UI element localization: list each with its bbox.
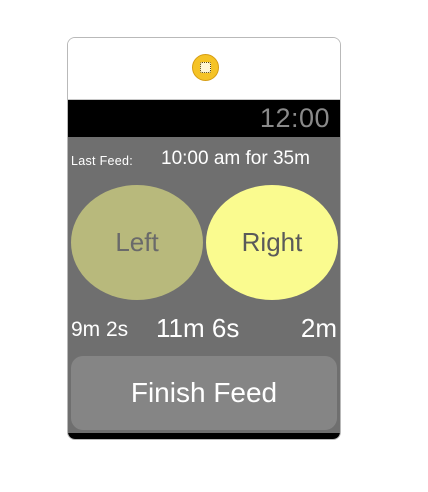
left-side-button-label: Left <box>115 227 159 257</box>
last-feed-label: Last Feed: <box>71 154 134 168</box>
scene-square-icon <box>200 62 211 73</box>
left-side-button[interactable]: Left <box>71 185 203 300</box>
status-bar: 12:00 <box>68 100 340 137</box>
storyboard-scene-icon[interactable] <box>192 54 219 81</box>
left-duration: 9m 2s <box>71 318 129 341</box>
finish-feed-button[interactable]: Finish Feed <box>71 356 337 430</box>
clock-time: 12:00 <box>259 103 330 133</box>
right-side-button[interactable]: Right <box>206 185 338 300</box>
scene-header <box>68 38 340 100</box>
right-duration: 2m <box>300 313 337 343</box>
bottom-band <box>68 433 340 439</box>
total-duration: 11m 6s <box>156 313 240 343</box>
right-side-button-label: Right <box>241 227 303 257</box>
watch-screen: Last Feed: 10:00 am for 35m Left Right 9… <box>68 137 340 433</box>
last-feed-value: 10:00 am for 35m <box>161 148 310 169</box>
finish-feed-label: Finish Feed <box>130 377 278 408</box>
watch-interface-frame: 12:00 Last Feed: 10:00 am for 35m Left R… <box>67 37 341 440</box>
